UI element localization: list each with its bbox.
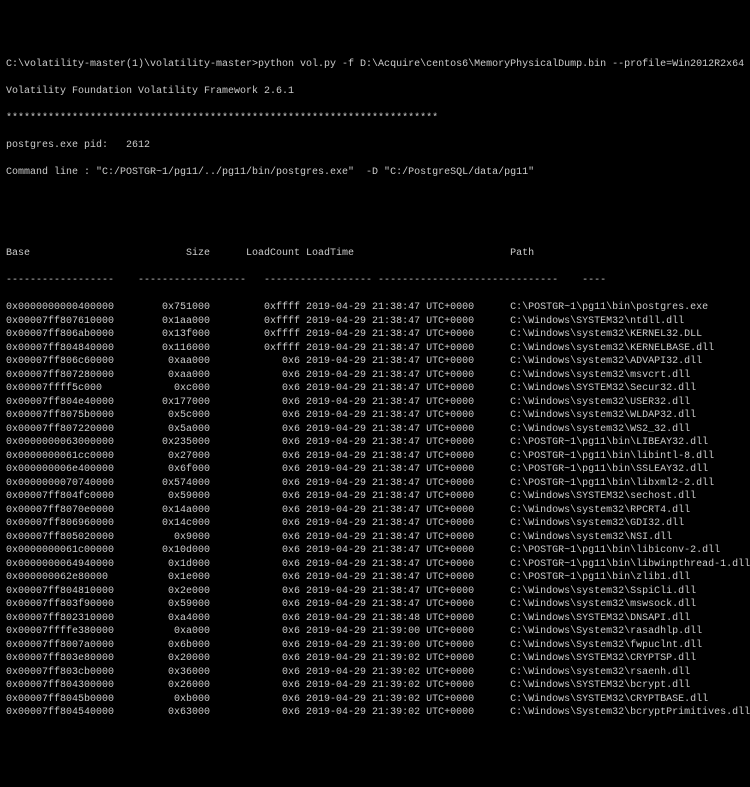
table-row: 0x00007ff8007a0000 0x6b000 0x6 2019-04-2… — [6, 639, 744, 653]
table-row: 0x0000000000400000 0x751000 0xffff 2019-… — [6, 301, 744, 315]
table-row: 0x000000062e80000 0x1e000 0x6 2019-04-29… — [6, 571, 744, 585]
table-header-row: Base Size LoadCount LoadTime Path — [6, 247, 744, 261]
table-row: 0x00007ff8075b0000 0x5c000 0x6 2019-04-2… — [6, 409, 744, 423]
table-row: 0x000000006e400000 0x6f000 0x6 2019-04-2… — [6, 463, 744, 477]
table-row: 0x00007ff8070e0000 0x14a000 0x6 2019-04-… — [6, 504, 744, 518]
table-row: 0x00007ff8045b0000 0xb000 0x6 2019-04-29… — [6, 693, 744, 707]
blank-line — [6, 193, 744, 207]
table-row: 0x00007ff803e80000 0x20000 0x6 2019-04-2… — [6, 652, 744, 666]
commandline-info-line: Command line : "C:/POSTGR~1/pg11/../pg11… — [6, 166, 744, 180]
table-row: 0x00007ff807280000 0xaa000 0x6 2019-04-2… — [6, 369, 744, 383]
table-row: 0x00007ff806960000 0x14c000 0x6 2019-04-… — [6, 517, 744, 531]
table-row: 0x00007ff806ab0000 0x13f000 0xffff 2019-… — [6, 328, 744, 342]
table-row: 0x00007ff805020000 0x9000 0x6 2019-04-29… — [6, 531, 744, 545]
table-row: 0x00007ff802310000 0xa4000 0x6 2019-04-2… — [6, 612, 744, 626]
table-row: 0x00007ff804fc0000 0x59000 0x6 2019-04-2… — [6, 490, 744, 504]
table-row: 0x0000000070740000 0x574000 0x6 2019-04-… — [6, 477, 744, 491]
command-input-line: C:\volatility-master(1)\volatility-maste… — [6, 58, 744, 72]
table-row: 0x00007ff804840000 0x116000 0xffff 2019-… — [6, 342, 744, 356]
table-row: 0x0000000061c00000 0x10d000 0x6 2019-04-… — [6, 544, 744, 558]
table-row: 0x0000000063000000 0x235000 0x6 2019-04-… — [6, 436, 744, 450]
blank-line — [6, 220, 744, 234]
process-info-line: postgres.exe pid: 2612 — [6, 139, 744, 153]
table-row: 0x00007ff803cb0000 0x36000 0x6 2019-04-2… — [6, 666, 744, 680]
table-row: 0x00007ff804540000 0x63000 0x6 2019-04-2… — [6, 706, 744, 720]
table-row: 0x00007ffffe380000 0xa000 0x6 2019-04-29… — [6, 625, 744, 639]
table-header-underline: ------------------ ------------------ --… — [6, 274, 744, 288]
table-row: 0x00007ff803f90000 0x59000 0x6 2019-04-2… — [6, 598, 744, 612]
table-row: 0x0000000061cc0000 0x27000 0x6 2019-04-2… — [6, 450, 744, 464]
table-row: 0x00007ff806c60000 0xaa000 0x6 2019-04-2… — [6, 355, 744, 369]
table-row: 0x00007ff807610000 0x1aa000 0xffff 2019-… — [6, 315, 744, 329]
table-row: 0x00007ffff5c000 0xc000 0x6 2019-04-29 2… — [6, 382, 744, 396]
separator-line: ****************************************… — [6, 112, 744, 126]
framework-banner: Volatility Foundation Volatility Framewo… — [6, 85, 744, 99]
table-row: 0x00007ff804e40000 0x177000 0x6 2019-04-… — [6, 396, 744, 410]
table-body: 0x0000000000400000 0x751000 0xffff 2019-… — [6, 301, 744, 720]
table-row: 0x00007ff804300000 0x26000 0x6 2019-04-2… — [6, 679, 744, 693]
table-row: 0x0000000064940000 0x1d000 0x6 2019-04-2… — [6, 558, 744, 572]
table-row: 0x00007ff804810000 0x2e000 0x6 2019-04-2… — [6, 585, 744, 599]
table-row: 0x00007ff807220000 0x5a000 0x6 2019-04-2… — [6, 423, 744, 437]
